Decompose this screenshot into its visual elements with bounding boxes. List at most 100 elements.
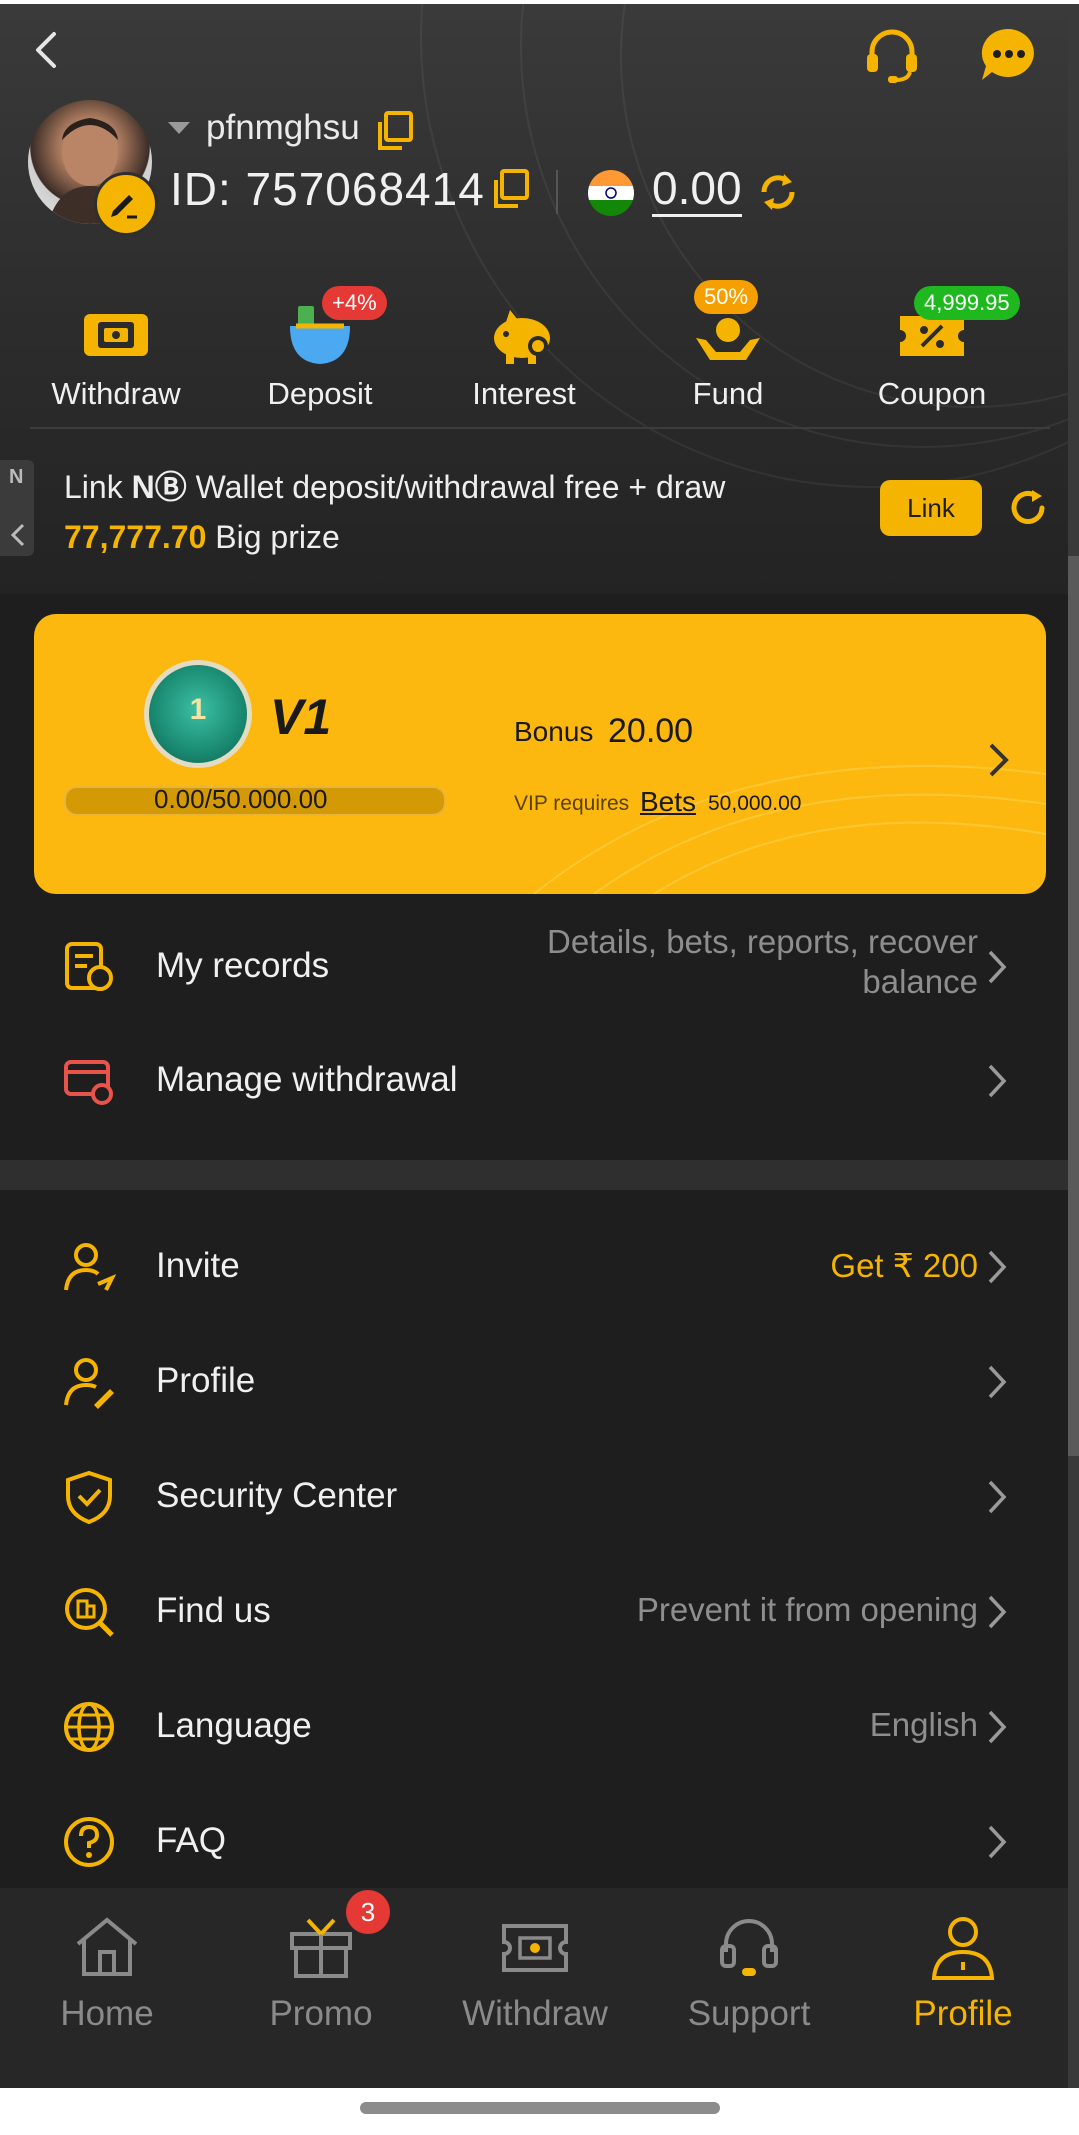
home-icon [70, 1912, 144, 1982]
divider [30, 427, 1050, 429]
headset-icon [712, 1912, 786, 1982]
chevron-down-icon[interactable] [168, 122, 190, 134]
nav-support[interactable]: Support [642, 1888, 856, 2088]
nav-withdraw[interactable]: Withdraw [428, 1888, 642, 2088]
interest-action[interactable]: Interest [444, 286, 604, 416]
nav-label: Promo [269, 1994, 373, 2033]
menu-label: Manage withdrawal [156, 1060, 458, 1099]
menu-item-language[interactable]: Language English [0, 1670, 1068, 1782]
promo-amount: 77,777.70 [64, 519, 207, 555]
vip-medal-number: 1 [189, 693, 207, 726]
user-icon [926, 1912, 1000, 1982]
invite-reward: Get ₹ 200 [830, 1247, 978, 1284]
chevron-right-icon [986, 1478, 1008, 1516]
vip-bonus-value: 20.00 [608, 712, 694, 750]
nav-profile[interactable]: Profile [856, 1888, 1068, 2088]
menu-item-manage-withdrawal[interactable]: Manage withdrawal [0, 1024, 1068, 1136]
app-screen: pfnmghsu ID: 757068414 0.00 Withdraw +4%… [0, 4, 1068, 2088]
nav-promo[interactable]: Promo [214, 1888, 428, 2088]
menu-label: Profile [156, 1361, 256, 1400]
vip-card[interactable]: 1 V1 0.00/50.000.00 Bonus 20.00 VIP requ… [34, 614, 1046, 894]
menu-item-my-records[interactable]: My records Details, bets, reports, recov… [0, 910, 1068, 1022]
piggy-bank-icon [488, 302, 560, 368]
coupon-badge: 4,999.95 [914, 286, 1020, 320]
interest-label: Interest [472, 376, 576, 411]
chevron-right-icon [986, 1363, 1008, 1401]
fund-badge: 50% [694, 280, 759, 314]
vip-requires-label: VIP requires [514, 792, 630, 815]
balance-amount[interactable]: 0.00 [652, 162, 742, 217]
invite-user-icon [62, 1240, 117, 1294]
language-value: English [869, 1706, 978, 1743]
refresh-balance-icon[interactable] [756, 170, 800, 214]
vip-bets-value: 50,000.00 [708, 792, 802, 815]
shield-check-icon [62, 1470, 116, 1525]
records-icon [62, 940, 116, 994]
message-icon[interactable] [978, 24, 1038, 84]
divider [556, 170, 558, 214]
side-drawer-tab[interactable]: N [0, 460, 34, 556]
menu-label: FAQ [156, 1821, 227, 1860]
vip-bonus-label: Bonus [514, 716, 594, 747]
back-icon[interactable] [28, 30, 64, 70]
scrollbar-thumb[interactable] [1068, 556, 1079, 1456]
fund-action[interactable]: 50% Fund [648, 280, 808, 416]
vip-medal-icon: 1 [144, 660, 252, 768]
menu-value: Prevent it from opening [636, 1591, 978, 1628]
menu-label: Security Center [156, 1476, 398, 1515]
vip-level: V1 [270, 689, 332, 745]
bottom-nav: Home Promo Withdraw Support Profile [0, 1888, 1068, 2088]
nav-home[interactable]: Home [0, 1888, 214, 2088]
menu-item-invite[interactable]: Invite Get ₹ 200 [0, 1210, 1068, 1322]
nav-label: Profile [913, 1994, 1013, 2033]
globe-icon [62, 1700, 116, 1754]
deposit-label: Deposit [267, 376, 373, 411]
menu-value: Details, bets, reports, recover balance [547, 923, 978, 1000]
vip-progress-text: 0.00/50.000.00 [154, 784, 328, 814]
chevron-right-icon[interactable] [986, 740, 1012, 780]
copy-username-icon[interactable] [374, 110, 414, 152]
link-wallet-button[interactable]: Link [880, 480, 982, 536]
chevron-right-icon [986, 1823, 1008, 1861]
vip-bets-link[interactable]: Bets [640, 786, 696, 818]
copy-id-icon[interactable] [490, 168, 530, 210]
edit-avatar-icon[interactable] [94, 172, 158, 236]
deposit-badge: +4% [322, 286, 387, 320]
headset-support-icon[interactable] [862, 24, 922, 84]
promo-count-badge: 3 [346, 1890, 390, 1934]
search-building-icon [62, 1585, 116, 1639]
profile-edit-icon [62, 1355, 116, 1409]
chevron-right-icon [986, 948, 1008, 986]
chevron-right-icon [986, 1248, 1008, 1286]
user-id: ID: 757068414 [170, 163, 485, 215]
coupon-action[interactable]: 4,999.95 Coupon [852, 286, 1020, 416]
menu-item-find-us[interactable]: Find us Prevent it from opening [0, 1555, 1068, 1667]
menu-item-faq[interactable]: FAQ [0, 1785, 1068, 1897]
promo-text-start: Link [64, 469, 123, 505]
card-settings-icon [62, 1054, 116, 1108]
menu-item-security-center[interactable]: Security Center [0, 1440, 1068, 1552]
refresh-icon[interactable] [1006, 486, 1050, 530]
gift-icon [284, 1912, 358, 1982]
nav-label: Home [60, 1994, 154, 2033]
withdraw-action[interactable]: Withdraw [36, 286, 196, 416]
nav-label: Support [687, 1994, 811, 2033]
nb-wallet-logo: NⒷ [131, 469, 187, 505]
home-indicator[interactable] [360, 2102, 720, 2114]
question-circle-icon [62, 1815, 116, 1869]
coupon-label: Coupon [877, 376, 987, 411]
fund-label: Fund [692, 376, 764, 411]
chevron-right-icon [986, 1708, 1008, 1746]
menu-label: Invite [156, 1246, 240, 1285]
india-flag-icon [588, 170, 634, 216]
promo-text-end: Big prize [206, 519, 340, 555]
withdraw-card-icon [498, 1912, 572, 1982]
menu-label: Find us [156, 1591, 271, 1630]
menu-item-profile[interactable]: Profile [0, 1325, 1068, 1437]
withdraw-label: Withdraw [51, 376, 181, 411]
deposit-action[interactable]: +4% Deposit [240, 286, 400, 416]
link-wallet-promo: Link NⒷ Wallet deposit/withdrawal free +… [64, 462, 844, 562]
nav-label: Withdraw [462, 1994, 608, 2033]
menu-label: Language [156, 1706, 312, 1745]
chevron-right-icon [986, 1062, 1008, 1100]
